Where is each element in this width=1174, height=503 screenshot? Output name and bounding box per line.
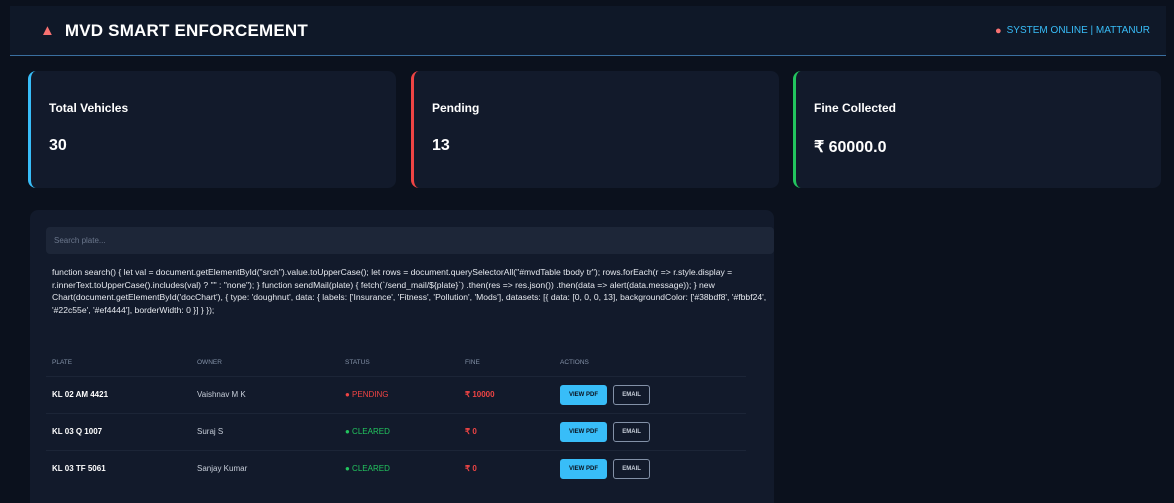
cell-actions: VIEW PDF EMAIL xyxy=(554,375,746,413)
siren-icon: ▲ xyxy=(40,22,55,39)
cell-fine: ₹ 0 xyxy=(459,412,554,450)
stat-value: ₹ 60000.0 xyxy=(814,139,887,156)
stat-card-fine-collected: Fine Collected ₹ 60000.0 xyxy=(793,71,1161,188)
email-button[interactable]: EMAIL xyxy=(613,458,650,479)
stat-label: Pending xyxy=(432,101,480,115)
top-bar: ▲ MVD SMART ENFORCEMENT ● SYSTEM ONLINE … xyxy=(10,6,1166,56)
stat-value: 30 xyxy=(49,137,67,154)
status-text: SYSTEM ONLINE | MATTANUR xyxy=(1006,25,1150,36)
cell-plate: KL 03 Q 1007 xyxy=(46,412,191,450)
header-status: STATUS xyxy=(345,359,370,367)
cell-plate: KL 03 TF 5061 xyxy=(46,449,191,487)
stat-card-total-vehicles: Total Vehicles 30 xyxy=(28,71,396,188)
cell-fine: ₹ 10000 xyxy=(459,375,554,413)
cell-actions: VIEW PDF EMAIL xyxy=(554,412,746,450)
header-owner: OWNER xyxy=(197,359,222,367)
stat-card-pending: Pending 13 xyxy=(411,71,779,188)
cell-owner: Vaishnav M K xyxy=(191,375,339,413)
stat-label: Total Vehicles xyxy=(49,101,129,115)
header-fine: FINE xyxy=(465,359,480,367)
system-status: ● SYSTEM ONLINE | MATTANUR xyxy=(995,25,1150,37)
view-pdf-button[interactable]: VIEW PDF xyxy=(560,421,608,442)
vehicle-table: PLATE OWNER STATUS FINE ACTIONS KL 02 AM… xyxy=(46,354,746,487)
stat-label: Fine Collected xyxy=(814,101,897,115)
table-row: KL 03 Q 1007 Suraj S ● CLEARED ₹ 0 VIEW … xyxy=(46,412,746,450)
status-badge: ● PENDING xyxy=(339,375,459,413)
header-plate: PLATE xyxy=(52,359,73,367)
cell-owner: Sanjay Kumar xyxy=(191,449,339,487)
app-title: MVD SMART ENFORCEMENT xyxy=(64,20,308,40)
stat-value: 13 xyxy=(432,137,450,154)
cell-fine: ₹ 0 xyxy=(459,449,554,487)
email-button[interactable]: EMAIL xyxy=(613,384,650,405)
search-input[interactable] xyxy=(46,227,774,254)
table-row: KL 03 TF 5061 Sanjay Kumar ● CLEARED ₹ 0… xyxy=(46,449,746,487)
records-panel: function search() { let val = document.g… xyxy=(30,210,774,503)
cell-actions: VIEW PDF EMAIL xyxy=(554,449,746,487)
script-text: function search() { let val = document.g… xyxy=(52,267,767,315)
pin-icon: ● xyxy=(994,24,1002,37)
cell-plate: KL 02 AM 4421 xyxy=(46,375,191,413)
header-actions: ACTIONS xyxy=(560,359,589,367)
brand: ▲ MVD SMART ENFORCEMENT xyxy=(40,21,308,41)
view-pdf-button[interactable]: VIEW PDF xyxy=(560,458,608,479)
table-header-row: PLATE OWNER STATUS FINE ACTIONS xyxy=(46,354,746,376)
cell-owner: Suraj S xyxy=(191,412,339,450)
status-badge: ● CLEARED xyxy=(339,449,459,487)
view-pdf-button[interactable]: VIEW PDF xyxy=(560,384,608,405)
email-button[interactable]: EMAIL xyxy=(613,421,650,442)
status-badge: ● CLEARED xyxy=(339,412,459,450)
table-row: KL 02 AM 4421 Vaishnav M K ● PENDING ₹ 1… xyxy=(46,375,746,413)
